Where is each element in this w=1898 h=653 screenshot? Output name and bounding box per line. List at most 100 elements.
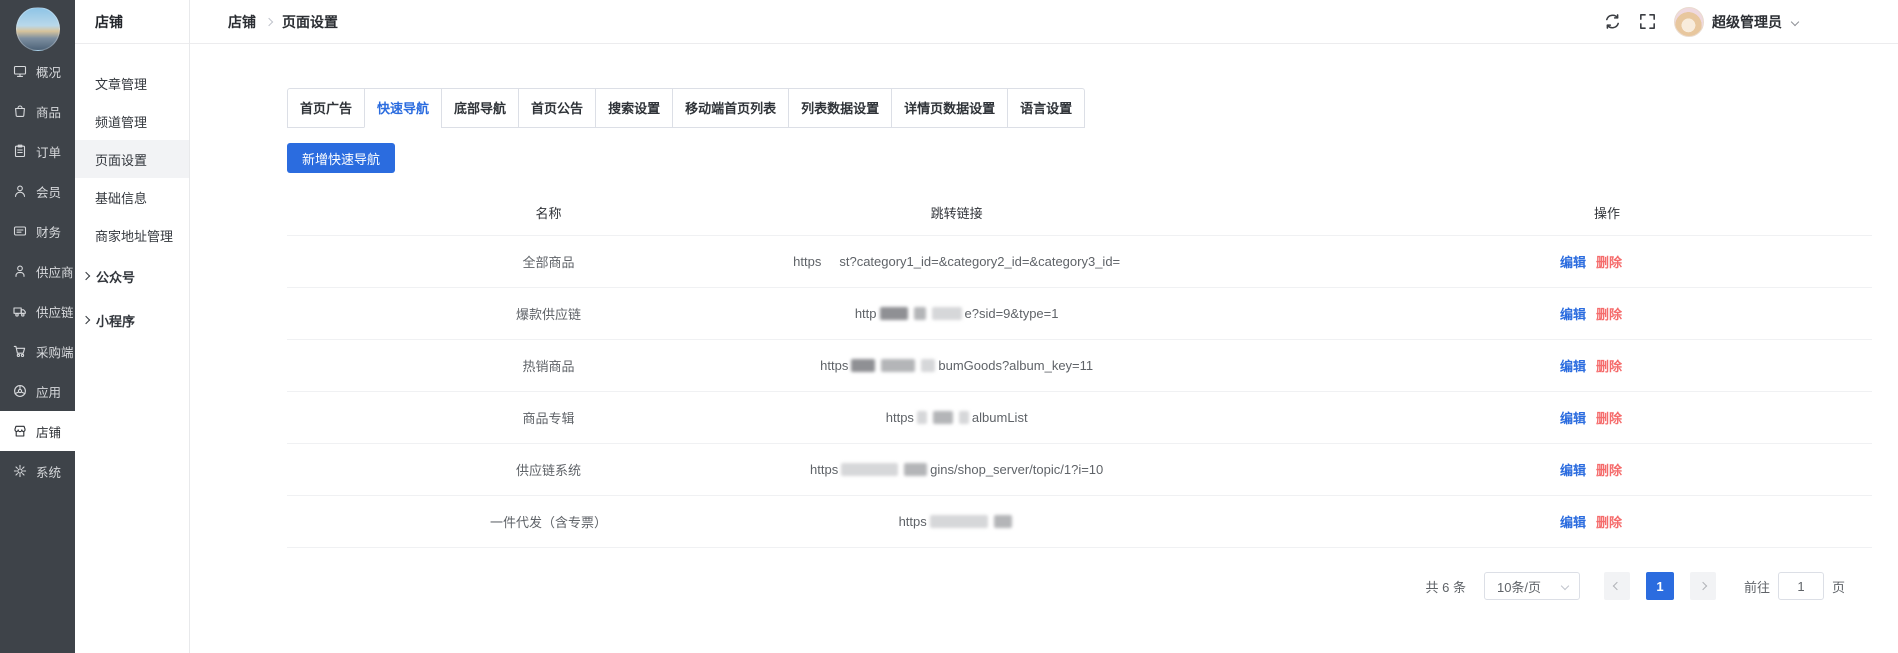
tab-language[interactable]: 语言设置 [1007,89,1084,128]
sidebar-item-shop[interactable]: 店铺 [0,411,75,451]
tab-mobile-home-list[interactable]: 移动端首页列表 [672,89,788,128]
submenu-item-channel-management[interactable]: 频道管理 [75,102,189,140]
row-url: https albumList [810,410,1103,425]
fullscreen-icon[interactable] [1639,13,1656,30]
sidebar-item-finance[interactable]: 财务 [0,211,75,251]
delete-link[interactable]: 删除 [1596,460,1622,479]
url-prefix: http [855,306,877,321]
edit-link[interactable]: 编辑 [1560,512,1586,531]
table-bottom-border [287,547,1872,548]
delete-link[interactable]: 删除 [1596,356,1622,375]
page-number-1[interactable]: 1 [1646,572,1674,600]
row-name: 热销商品 [287,356,810,375]
row-name: 商品专辑 [287,408,810,427]
sidebar-item-goods[interactable]: 商品 [0,91,75,131]
sidebar-item-overview[interactable]: 概况 [0,51,75,91]
delete-link[interactable]: 删除 [1596,512,1622,531]
storefront-icon [13,424,27,438]
prev-page-button[interactable] [1604,572,1630,600]
user-menu[interactable]: 超级管理员 [1674,7,1798,37]
chevron-down-icon [1561,582,1569,590]
submenu-item-label: 公众号 [96,267,135,286]
url-suffix: e?sid=9&type=1 [965,306,1059,321]
url-suffix: albumList [972,410,1028,425]
breadcrumb-page-settings: 页面设置 [282,12,338,32]
sidebar-item-label: 采购端 [36,342,74,361]
redacted-block [921,359,935,372]
sidebar-item-label: 会员 [36,182,61,201]
row-actions: 编辑删除 [1103,304,1872,323]
table-row: 爆款供应链 http e?sid=9&type=1 编辑删除 [287,287,1872,339]
chevron-right-icon [82,316,90,324]
tab-home-ad[interactable]: 首页广告 [288,89,364,128]
submenu-item-basic-info[interactable]: 基础信息 [75,178,189,216]
sidebar-item-orders[interactable]: 订单 [0,131,75,171]
table-header: 名称 跳转链接 操作 [287,190,1872,235]
url-prefix: https [820,358,848,373]
redacted-block [959,411,969,424]
url-prefix: https [793,254,821,269]
submenu-item-merchant-address[interactable]: 商家地址管理 [75,216,189,254]
chevron-right-icon [82,272,90,280]
edit-link[interactable]: 编辑 [1560,356,1586,375]
add-quick-nav-button[interactable]: 新增快速导航 [287,143,395,173]
tab-detail-data[interactable]: 详情页数据设置 [891,89,1007,128]
submenu-item-official-account[interactable]: 公众号 [75,254,189,298]
redacted-block [904,463,928,476]
main-content: 首页广告快速导航底部导航首页公告搜索设置移动端首页列表列表数据设置详情页数据设置… [190,44,1898,653]
sidebar-item-supply-chain[interactable]: 供应链 [0,291,75,331]
redacted-block [881,359,915,372]
sidebar-item-apps[interactable]: 应用 [0,371,75,411]
tab-bottom-nav[interactable]: 底部导航 [441,89,518,128]
column-actions: 操作 [1103,203,1872,222]
secondary-sidebar-title: 店铺 [75,0,189,44]
edit-link[interactable]: 编辑 [1560,252,1586,271]
page-size-select[interactable]: 10条/页 [1484,572,1580,600]
row-url: httpsst?category1_id=&category2_id=&cate… [810,254,1103,269]
primary-sidebar-menu: 概况商品订单会员财务供应商供应链采购端应用店铺系统 [0,51,75,491]
goto-page-input[interactable] [1778,572,1824,600]
tab-home-notice[interactable]: 首页公告 [518,89,595,128]
edit-link[interactable]: 编辑 [1560,460,1586,479]
workspace-avatar[interactable] [16,7,60,51]
redacted-block [933,411,953,424]
sidebar-item-purchase[interactable]: 采购端 [0,331,75,371]
column-name: 名称 [287,203,810,222]
table-body: 全部商品httpsst?category1_id=&category2_id=&… [287,235,1872,547]
sidebar-item-label: 系统 [36,462,61,481]
sidebar-item-members[interactable]: 会员 [0,171,75,211]
sidebar-item-supplier[interactable]: 供应商 [0,251,75,291]
truck-icon [13,304,27,318]
topbar: 店铺 页面设置 超级管理员 [190,0,1898,44]
url-prefix: https [886,410,914,425]
delete-link[interactable]: 删除 [1596,408,1622,427]
row-url: http e?sid=9&type=1 [810,306,1103,321]
goto-label: 前往 [1744,577,1770,596]
tab-search-settings[interactable]: 搜索设置 [595,89,672,128]
submenu-item-mini-program[interactable]: 小程序 [75,298,189,342]
edit-link[interactable]: 编辑 [1560,304,1586,323]
sidebar-item-label: 财务 [36,222,61,241]
edit-link[interactable]: 编辑 [1560,408,1586,427]
next-page-button[interactable] [1690,572,1716,600]
redacted-block [851,359,875,372]
tab-list-data[interactable]: 列表数据设置 [788,89,891,128]
chevron-left-icon [1613,582,1621,590]
submenu-item-article-management[interactable]: 文章管理 [75,64,189,102]
breadcrumb-shop[interactable]: 店铺 [228,12,256,32]
submenu-item-page-settings[interactable]: 页面设置 [75,140,189,178]
refresh-icon[interactable] [1604,13,1621,30]
url-prefix: https [899,514,927,529]
row-actions: 编辑删除 [1103,460,1872,479]
delete-link[interactable]: 删除 [1596,304,1622,323]
primary-sidebar: 概况商品订单会员财务供应商供应链采购端应用店铺系统 [0,0,75,653]
total-count: 共 6 条 [1426,577,1466,596]
sidebar-item-label: 订单 [36,142,61,161]
delete-link[interactable]: 删除 [1596,252,1622,271]
submenu-item-label: 小程序 [96,311,135,330]
tab-quick-nav[interactable]: 快速导航 [364,89,441,128]
row-name: 爆款供应链 [287,304,810,323]
sidebar-item-system[interactable]: 系统 [0,451,75,491]
redacted-block [930,515,988,528]
submenu-item-label: 文章管理 [95,74,147,93]
